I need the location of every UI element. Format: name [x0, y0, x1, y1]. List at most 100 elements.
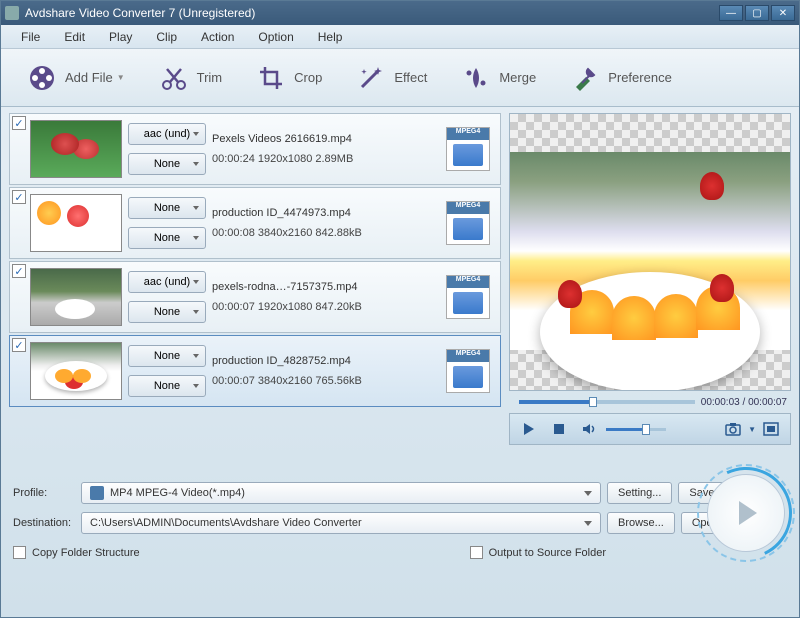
- tool-preference[interactable]: Preference: [558, 63, 684, 93]
- file-row[interactable]: ✓ None None production ID_4474973.mp4 00…: [9, 187, 501, 259]
- file-row[interactable]: ✓ aac (und) None Pexels Videos 2616619.m…: [9, 113, 501, 185]
- format-icon: MPEG4: [446, 127, 490, 171]
- file-thumbnail: [30, 194, 122, 252]
- tool-addfile[interactable]: Add File ▼: [15, 63, 137, 93]
- preview-frame: [510, 152, 790, 350]
- menu-option[interactable]: Option: [246, 30, 305, 44]
- time-slider-handle[interactable]: [589, 397, 597, 407]
- tool-merge[interactable]: Merge: [449, 63, 548, 93]
- profile-value: MP4 MPEG-4 Video(*.mp4): [110, 487, 245, 499]
- browse-button[interactable]: Browse...: [607, 512, 675, 534]
- play-button[interactable]: [516, 418, 542, 440]
- copyfolder-label: Copy Folder Structure: [32, 547, 140, 559]
- profile-label: Profile:: [13, 487, 75, 499]
- file-row[interactable]: ✓ aac (und) None pexels-rodna…-7157375.m…: [9, 261, 501, 333]
- file-meta: 00:00:07 3840x2160 765.56kB: [212, 375, 446, 387]
- player-controls: ▼: [509, 413, 791, 445]
- tool-trim-label: Trim: [197, 70, 223, 85]
- tool-crop[interactable]: Crop: [244, 63, 334, 93]
- menu-action[interactable]: Action: [189, 30, 246, 44]
- destination-dropdown[interactable]: C:\Users\ADMIN\Documents\Avdshare Video …: [81, 512, 601, 534]
- maximize-button[interactable]: ▢: [745, 5, 769, 21]
- file-info: pexels-rodna…-7157375.mp4 00:00:07 1920x…: [212, 281, 446, 313]
- file-thumbnail: [30, 268, 122, 326]
- film-reel-icon: [27, 63, 57, 93]
- tool-effect[interactable]: Effect: [344, 63, 439, 93]
- titlebar: Avdshare Video Converter 7 (Unregistered…: [1, 1, 799, 25]
- volume-icon[interactable]: [576, 418, 602, 440]
- file-checkbox[interactable]: ✓: [12, 116, 26, 130]
- menu-clip[interactable]: Clip: [144, 30, 189, 44]
- time-total: 00:00:07: [748, 397, 787, 408]
- tool-effect-label: Effect: [394, 70, 427, 85]
- file-meta: 00:00:07 1920x1080 847.20kB: [212, 301, 446, 313]
- destination-value: C:\Users\ADMIN\Documents\Avdshare Video …: [90, 517, 362, 529]
- time-slider[interactable]: [519, 400, 695, 404]
- preview-panel: 00:00:03 / 00:00:07 ▼: [505, 107, 799, 472]
- setting-button[interactable]: Setting...: [607, 482, 672, 504]
- audio-codec-button[interactable]: aac (und): [128, 271, 206, 293]
- subtitle-codec-button[interactable]: None: [128, 227, 206, 249]
- file-meta: 00:00:08 3840x2160 842.88kB: [212, 227, 446, 239]
- format-icon: MPEG4: [446, 201, 490, 245]
- time-current: 00:00:03: [701, 397, 740, 408]
- tools-icon: [570, 63, 600, 93]
- merge-icon: [461, 63, 491, 93]
- file-info: Pexels Videos 2616619.mp4 00:00:24 1920x…: [212, 133, 446, 165]
- audio-codec-button[interactable]: aac (und): [128, 123, 206, 145]
- outputsrc-label: Output to Source Folder: [489, 547, 606, 559]
- window-title: Avdshare Video Converter 7 (Unregistered…: [25, 6, 717, 20]
- outputsrc-checkbox[interactable]: [470, 546, 483, 559]
- crop-icon: [256, 63, 286, 93]
- main-area: ✓ aac (und) None Pexels Videos 2616619.m…: [1, 107, 799, 472]
- codec-column: aac (und) None: [128, 123, 206, 175]
- app-icon: [5, 6, 19, 20]
- menu-play[interactable]: Play: [97, 30, 144, 44]
- audio-codec-button[interactable]: None: [128, 197, 206, 219]
- bottom-panel: Profile: MP4 MPEG-4 Video(*.mp4) Setting…: [1, 472, 799, 577]
- codec-column: aac (und) None: [128, 271, 206, 323]
- tool-trim[interactable]: Trim: [147, 63, 235, 93]
- play-icon: [739, 501, 757, 525]
- file-thumbnail: [30, 342, 122, 400]
- convert-button[interactable]: [707, 474, 785, 552]
- subtitle-codec-button[interactable]: None: [128, 375, 206, 397]
- format-mini-icon: [90, 486, 104, 500]
- volume-slider-handle[interactable]: [642, 424, 650, 435]
- tool-crop-label: Crop: [294, 70, 322, 85]
- file-checkbox[interactable]: ✓: [12, 338, 26, 352]
- toolbar: Add File ▼ Trim Crop Effect Merge Prefer…: [1, 49, 799, 107]
- menu-help[interactable]: Help: [306, 30, 355, 44]
- close-button[interactable]: ✕: [771, 5, 795, 21]
- snapshot-button[interactable]: [720, 418, 746, 440]
- profile-dropdown[interactable]: MP4 MPEG-4 Video(*.mp4): [81, 482, 601, 504]
- file-checkbox[interactable]: ✓: [12, 190, 26, 204]
- file-info: production ID_4828752.mp4 00:00:07 3840x…: [212, 355, 446, 387]
- menu-edit[interactable]: Edit: [52, 30, 97, 44]
- stop-button[interactable]: [546, 418, 572, 440]
- file-checkbox[interactable]: ✓: [12, 264, 26, 278]
- codec-column: None None: [128, 197, 206, 249]
- menubar: File Edit Play Clip Action Option Help: [1, 25, 799, 49]
- copyfolder-checkbox[interactable]: [13, 546, 26, 559]
- app-window: Avdshare Video Converter 7 (Unregistered…: [0, 0, 800, 618]
- chevron-down-icon: ▼: [117, 73, 125, 82]
- subtitle-codec-button[interactable]: None: [128, 153, 206, 175]
- tool-merge-label: Merge: [499, 70, 536, 85]
- file-row[interactable]: ✓ None None production ID_4828752.mp4 00…: [9, 335, 501, 407]
- menu-file[interactable]: File: [9, 30, 52, 44]
- file-info: production ID_4474973.mp4 00:00:08 3840x…: [212, 207, 446, 239]
- file-list: ✓ aac (und) None Pexels Videos 2616619.m…: [1, 107, 505, 472]
- minimize-button[interactable]: —: [719, 5, 743, 21]
- subtitle-codec-button[interactable]: None: [128, 301, 206, 323]
- file-thumbnail: [30, 120, 122, 178]
- destination-label: Destination:: [13, 517, 75, 529]
- volume-slider[interactable]: [606, 428, 666, 431]
- file-name: pexels-rodna…-7157375.mp4: [212, 281, 446, 293]
- fullscreen-button[interactable]: [758, 418, 784, 440]
- file-name: production ID_4474973.mp4: [212, 207, 446, 219]
- audio-codec-button[interactable]: None: [128, 345, 206, 367]
- tool-preference-label: Preference: [608, 70, 672, 85]
- chevron-down-icon: ▼: [748, 425, 756, 434]
- file-name: production ID_4828752.mp4: [212, 355, 446, 367]
